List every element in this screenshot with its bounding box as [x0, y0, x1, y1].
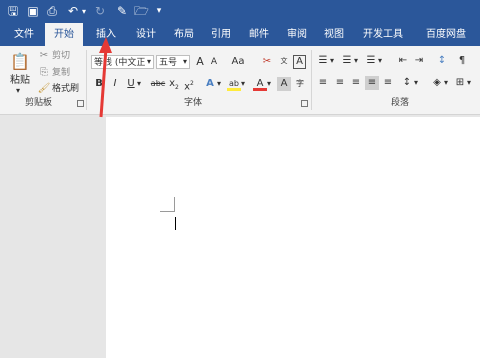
font-color-icon[interactable]: A [253, 77, 267, 91]
align-center-icon[interactable]: ≡ [333, 76, 347, 90]
print-preview-icon[interactable]: ▣ [26, 4, 40, 19]
tab-review[interactable]: 审阅 [279, 23, 315, 46]
redo-icon[interactable]: ↻ [93, 4, 107, 19]
copy-button[interactable]: 复制 [52, 67, 70, 79]
ribbon: 📋 粘贴 ▾ ✂ 剪切 ⎘ 复制 🖌 格式刷 剪贴板 等线 (中文正 ▾ 五号 … [0, 46, 480, 115]
margin-corner-mark [174, 197, 175, 212]
bullets-icon[interactable]: ☰ [316, 54, 330, 68]
enclose-characters-icon[interactable]: 字 [293, 77, 307, 91]
text-effects-icon[interactable]: A [203, 77, 217, 91]
print-icon[interactable]: ⎙ [45, 4, 59, 19]
navigation-margin [0, 115, 106, 358]
align-right-icon[interactable]: ≡ [349, 76, 363, 90]
group-divider [311, 50, 312, 110]
superscript-button[interactable]: x2 [182, 77, 196, 92]
decrease-indent-icon[interactable]: ⇤ [396, 54, 410, 68]
tab-insert[interactable]: 插入 [88, 23, 124, 46]
cut-icon[interactable]: ✂ [37, 49, 51, 63]
paste-icon[interactable]: 📋 [10, 52, 30, 72]
phonetic-guide-icon[interactable]: 文 [277, 54, 291, 68]
numbering-icon[interactable]: ☰ [340, 54, 354, 68]
distributed-icon[interactable]: ≡ [381, 76, 395, 90]
text-cursor [175, 217, 176, 230]
underline-dropdown-icon[interactable]: ▾ [137, 78, 141, 90]
tab-design[interactable]: 设计 [128, 23, 164, 46]
tab-developer[interactable]: 开发工具 [356, 23, 410, 46]
strikethrough-button[interactable]: abc [149, 77, 167, 91]
show-marks-icon[interactable]: ¶ [455, 54, 469, 68]
open-folder-icon[interactable]: 🗁 [134, 4, 149, 19]
highlight-dropdown-icon[interactable]: ▾ [241, 78, 245, 90]
undo-dropdown-icon[interactable]: ▾ [80, 4, 88, 19]
group-divider [86, 50, 87, 110]
increase-indent-icon[interactable]: ⇥ [412, 54, 426, 68]
cut-button[interactable]: 剪切 [52, 50, 70, 62]
bullets-dropdown-icon[interactable]: ▾ [330, 55, 334, 67]
clear-format-icon[interactable]: ✂ [260, 55, 274, 69]
justify-icon[interactable]: ≡ [365, 76, 379, 90]
document-page[interactable] [106, 117, 480, 358]
text-effects-dropdown-icon[interactable]: ▾ [217, 78, 221, 90]
tab-mailings[interactable]: 邮件 [241, 23, 277, 46]
grow-font-icon[interactable]: A [193, 55, 207, 69]
highlight-icon[interactable]: ab [227, 77, 241, 91]
line-spacing-dropdown-icon[interactable]: ▾ [414, 77, 418, 89]
edit-icon[interactable]: ✎ [115, 4, 129, 19]
font-name-select[interactable]: 等线 (中文正 [91, 55, 154, 69]
quick-access-toolbar: 🖫 ▣ ⎙ ↶ ▾ ↻ ✎ 🗁 ▾ [0, 0, 480, 23]
multilevel-list-dropdown-icon[interactable]: ▾ [378, 55, 382, 67]
tab-view[interactable]: 视图 [316, 23, 352, 46]
character-shading-icon[interactable]: A [277, 77, 291, 91]
underline-button[interactable]: U [124, 77, 138, 91]
italic-button[interactable]: I [108, 77, 122, 91]
tab-references[interactable]: 引用 [203, 23, 239, 46]
tab-home[interactable]: 开始 [45, 23, 83, 46]
font-size-dropdown-icon[interactable]: ▾ [183, 56, 187, 68]
ribbon-tabs: 文件 开始 插入 设计 布局 引用 邮件 审阅 视图 开发工具 百度网盘 [0, 23, 480, 46]
shrink-font-icon[interactable]: A [207, 55, 221, 69]
format-painter-icon[interactable]: 🖌 [37, 82, 51, 96]
numbering-dropdown-icon[interactable]: ▾ [354, 55, 358, 67]
sort-icon[interactable]: ↕ [435, 54, 449, 68]
save-icon[interactable]: 🖫 [6, 4, 20, 19]
font-launcher-icon[interactable] [301, 100, 308, 107]
tab-baidu-netdisk[interactable]: 百度网盘 [418, 23, 474, 46]
copy-icon[interactable]: ⎘ [37, 66, 51, 80]
tab-file[interactable]: 文件 [8, 23, 40, 46]
customize-icon[interactable]: ▾ [154, 4, 164, 19]
undo-icon[interactable]: ↶ [66, 4, 80, 19]
borders-dropdown-icon[interactable]: ▾ [467, 77, 471, 89]
clipboard-group-label: 剪贴板 [25, 98, 53, 108]
align-left-icon[interactable]: ≡ [316, 76, 330, 90]
multilevel-list-icon[interactable]: ☰ [364, 54, 378, 68]
margin-corner-mark [160, 211, 174, 212]
font-name-dropdown-icon[interactable]: ▾ [147, 56, 151, 68]
font-group-label: 字体 [184, 98, 203, 108]
bold-button[interactable]: B [92, 77, 106, 91]
line-spacing-icon[interactable]: ↕ [400, 76, 414, 90]
shading-dropdown-icon[interactable]: ▾ [444, 77, 448, 89]
paragraph-group-label: 段落 [391, 98, 410, 108]
shading-icon[interactable]: ◈ [430, 76, 444, 90]
subscript-button[interactable]: x2 [167, 77, 181, 91]
font-color-dropdown-icon[interactable]: ▾ [267, 78, 271, 90]
character-border-icon[interactable]: A [293, 55, 306, 69]
format-painter-button[interactable]: 格式刷 [52, 83, 79, 95]
clipboard-launcher-icon[interactable] [77, 100, 84, 107]
change-case-icon[interactable]: Aa [229, 55, 247, 69]
borders-icon[interactable]: ⊞ [453, 76, 467, 90]
tab-layout[interactable]: 布局 [166, 23, 202, 46]
paste-dropdown-icon[interactable]: ▾ [16, 85, 20, 97]
